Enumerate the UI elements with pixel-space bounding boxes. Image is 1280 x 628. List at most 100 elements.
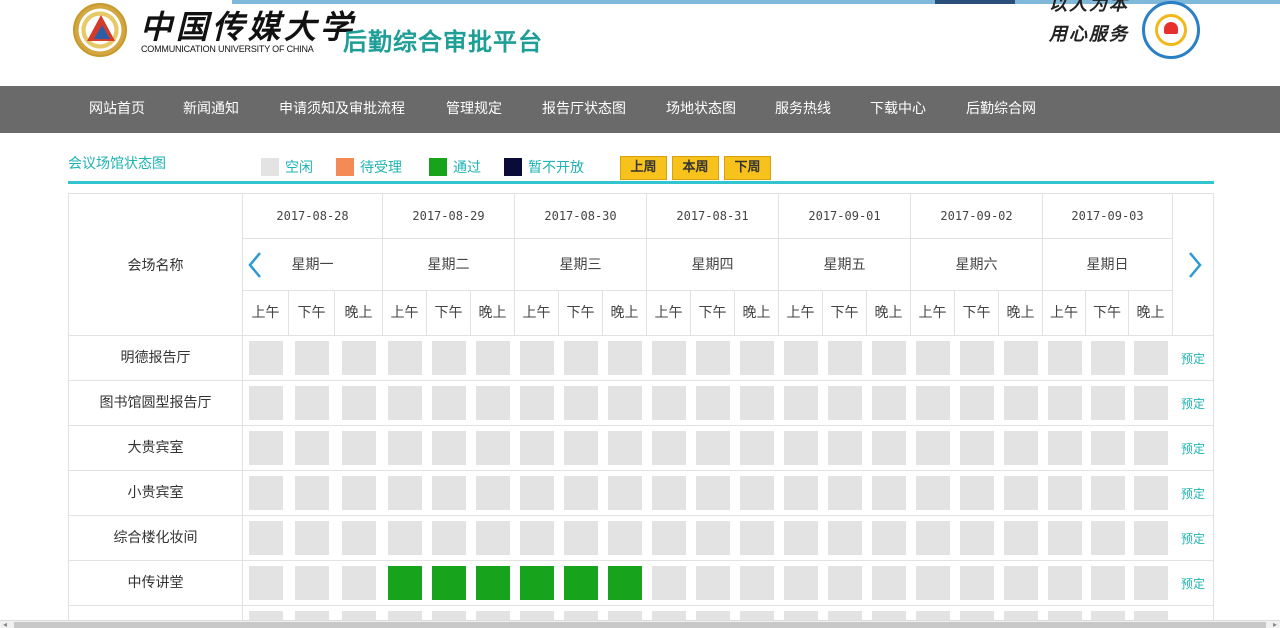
scrollbar-thumb[interactable] [14,622,1266,628]
this-week-button[interactable]: 本周 [672,156,719,180]
book-link[interactable]: 预定 [1181,561,1205,605]
next-week-button[interactable]: 下周 [724,156,771,180]
slot-cell-free[interactable] [960,386,994,420]
book-link[interactable]: 预定 [1181,381,1205,425]
scroll-right-arrow-icon[interactable]: ▸ [1273,621,1277,628]
nav-application-process[interactable]: 申请须知及审批流程 [279,86,405,133]
slot-cell-free[interactable] [1048,386,1082,420]
slot-cell-free[interactable] [652,386,686,420]
slot-cell-free[interactable] [652,521,686,555]
slot-cell-free[interactable] [388,521,422,555]
slot-cell-free[interactable] [342,341,376,375]
slot-cell-free[interactable] [652,476,686,510]
slot-cell-free[interactable] [1091,431,1125,465]
slot-cell-free[interactable] [608,431,642,465]
slot-cell-free[interactable] [1134,431,1168,465]
slot-cell-free[interactable] [388,341,422,375]
slot-cell-free[interactable] [916,341,950,375]
slot-cell-free[interactable] [872,386,906,420]
slot-cell-free[interactable] [1091,521,1125,555]
slot-cell-free[interactable] [916,566,950,600]
slot-cell-free[interactable] [652,431,686,465]
slot-cell-free[interactable] [520,431,554,465]
slot-cell-free[interactable] [342,566,376,600]
slot-cell-free[interactable] [432,476,466,510]
nav-home[interactable]: 网站首页 [89,86,145,133]
slot-cell-free[interactable] [608,341,642,375]
slot-cell-free[interactable] [1134,566,1168,600]
book-link[interactable]: 预定 [1181,516,1205,560]
slot-cell-free[interactable] [784,566,818,600]
slot-cell-free[interactable] [476,341,510,375]
slot-cell-free[interactable] [784,341,818,375]
slot-cell-free[interactable] [740,521,774,555]
slot-cell-free[interactable] [520,476,554,510]
slot-cell-free[interactable] [828,341,862,375]
slot-cell-free[interactable] [696,521,730,555]
slot-cell-free[interactable] [828,431,862,465]
slot-cell-free[interactable] [564,521,598,555]
slot-cell-free[interactable] [872,476,906,510]
slot-cell-free[interactable] [1048,341,1082,375]
slot-cell-free[interactable] [1091,476,1125,510]
slot-cell-free[interactable] [249,521,283,555]
slot-cell-free[interactable] [784,431,818,465]
slot-cell-approved[interactable] [388,566,422,600]
slot-cell-free[interactable] [608,386,642,420]
slot-cell-free[interactable] [476,431,510,465]
nav-download-center[interactable]: 下载中心 [870,86,926,133]
slot-cell-free[interactable] [916,386,950,420]
slot-cell-free[interactable] [828,386,862,420]
slot-cell-free[interactable] [476,521,510,555]
nav-regulations[interactable]: 管理规定 [446,86,502,133]
slot-cell-free[interactable] [1048,476,1082,510]
slot-cell-free[interactable] [295,431,329,465]
slot-cell-free[interactable] [784,521,818,555]
slot-cell-free[interactable] [295,566,329,600]
slot-cell-free[interactable] [1134,341,1168,375]
slot-cell-free[interactable] [249,566,283,600]
slot-cell-free[interactable] [960,476,994,510]
slot-cell-free[interactable] [828,566,862,600]
slot-cell-free[interactable] [652,566,686,600]
slot-cell-free[interactable] [432,341,466,375]
nav-hall-status[interactable]: 报告厅状态图 [542,86,626,133]
slot-cell-free[interactable] [1004,521,1038,555]
slot-cell-free[interactable] [342,476,376,510]
slot-cell-free[interactable] [1048,566,1082,600]
slot-cell-free[interactable] [916,521,950,555]
slot-cell-free[interactable] [1004,476,1038,510]
slot-cell-free[interactable] [520,521,554,555]
slot-cell-free[interactable] [740,341,774,375]
slot-cell-free[interactable] [564,476,598,510]
slot-cell-free[interactable] [295,521,329,555]
slot-cell-free[interactable] [784,386,818,420]
slot-cell-free[interactable] [342,521,376,555]
slot-cell-free[interactable] [872,521,906,555]
nav-venue-status[interactable]: 场地状态图 [666,86,736,133]
book-link[interactable]: 预定 [1181,471,1205,515]
slot-cell-free[interactable] [564,431,598,465]
slot-cell-free[interactable] [432,431,466,465]
slot-cell-free[interactable] [916,431,950,465]
slot-cell-free[interactable] [476,386,510,420]
next-arrow-icon[interactable] [1183,250,1205,280]
slot-cell-free[interactable] [249,476,283,510]
slot-cell-free[interactable] [564,386,598,420]
nav-service-hotline[interactable]: 服务热线 [775,86,831,133]
slot-cell-free[interactable] [520,341,554,375]
slot-cell-free[interactable] [652,341,686,375]
slot-cell-free[interactable] [872,566,906,600]
slot-cell-free[interactable] [696,566,730,600]
slot-cell-free[interactable] [295,386,329,420]
book-link[interactable]: 预定 [1181,336,1205,380]
slot-cell-free[interactable] [432,386,466,420]
slot-cell-free[interactable] [249,341,283,375]
slot-cell-free[interactable] [608,521,642,555]
slot-cell-free[interactable] [696,476,730,510]
horizontal-scrollbar[interactable]: ◂ ▸ [0,620,1280,628]
slot-cell-free[interactable] [1091,386,1125,420]
slot-cell-free[interactable] [740,566,774,600]
slot-cell-free[interactable] [740,431,774,465]
slot-cell-free[interactable] [828,476,862,510]
